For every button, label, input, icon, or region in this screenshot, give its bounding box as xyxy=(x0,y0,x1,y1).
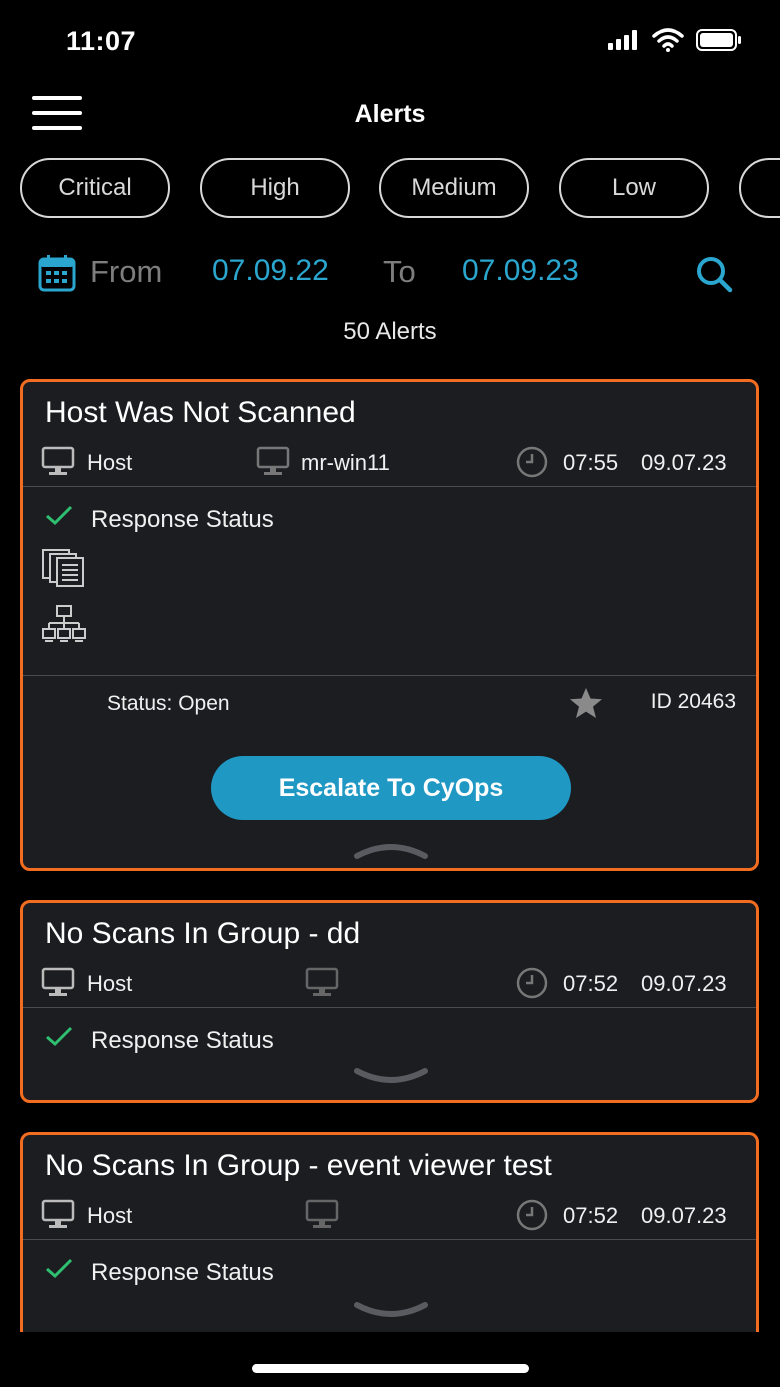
filter-chip-low[interactable]: Low xyxy=(559,158,709,218)
check-icon xyxy=(46,505,73,526)
response-status-row: Response Status xyxy=(23,498,756,538)
date-range-row: From 07.09.22 To 07.09.23 xyxy=(0,248,780,298)
divider xyxy=(23,1239,756,1240)
chevron-up-icon[interactable] xyxy=(353,840,429,860)
alert-type: Host xyxy=(87,450,133,475)
from-label: From xyxy=(90,254,163,289)
alert-date: 09.07.23 xyxy=(641,1203,727,1228)
chevron-down-icon[interactable] xyxy=(353,1067,429,1087)
battery-icon xyxy=(696,29,741,51)
status-icons xyxy=(608,28,742,52)
from-date-value[interactable]: 07.09.22 xyxy=(212,254,329,288)
check-icon xyxy=(46,1258,73,1279)
alert-card[interactable]: No Scans In Group - dd Host 07:52 09.07.… xyxy=(20,900,759,1103)
status-bar: 11:07 xyxy=(0,0,780,84)
divider xyxy=(23,675,756,676)
clock-icon xyxy=(516,967,548,999)
divider xyxy=(23,1007,756,1008)
alert-time: 07:55 xyxy=(563,450,619,475)
alert-host-name: mr-win11 xyxy=(301,450,390,475)
home-indicator[interactable] xyxy=(252,1364,529,1373)
to-date-value[interactable]: 07.09.23 xyxy=(462,254,579,288)
monitor-icon xyxy=(41,446,75,475)
monitor-icon xyxy=(41,967,75,996)
alert-card[interactable]: Host Was Not Scanned Host mr-win11 07:55… xyxy=(20,379,759,871)
copy-documents-icon[interactable] xyxy=(41,548,87,588)
monitor-icon xyxy=(305,967,339,996)
alert-type: Host xyxy=(87,971,133,996)
cellular-signal-icon xyxy=(608,30,637,50)
page-title: Alerts xyxy=(354,100,426,128)
alert-time: 07:52 xyxy=(563,971,619,996)
alert-card[interactable]: No Scans In Group - event viewer test Ho… xyxy=(20,1132,759,1332)
monitor-icon xyxy=(305,1199,339,1228)
clock-icon xyxy=(516,446,548,478)
alert-type: Host xyxy=(87,1203,133,1228)
filter-chip-critical[interactable]: Critical xyxy=(20,158,170,218)
monitor-icon xyxy=(256,446,290,475)
alert-title: Host Was Not Scanned xyxy=(45,396,356,429)
wifi-icon xyxy=(652,28,684,52)
clock-icon xyxy=(516,1199,548,1231)
app-header: Alerts xyxy=(0,84,780,148)
chevron-down-icon[interactable] xyxy=(353,1301,429,1321)
to-label: To xyxy=(383,254,416,289)
response-status-row: Response Status xyxy=(23,1019,756,1059)
alert-meta-row: Host 07:52 09.07.23 xyxy=(23,961,756,1005)
alert-id: ID 20463 xyxy=(650,690,736,713)
monitor-icon xyxy=(41,1199,75,1228)
alert-title: No Scans In Group - dd xyxy=(45,917,361,950)
alerts-count: 50 Alerts xyxy=(343,318,437,345)
alert-title: No Scans In Group - event viewer test xyxy=(45,1149,552,1182)
alert-date: 09.07.23 xyxy=(641,450,727,475)
severity-filter-bar: Critical High Medium Low xyxy=(20,158,780,220)
response-status-label: Response Status xyxy=(91,1027,274,1054)
check-icon xyxy=(46,1026,73,1047)
filter-chip-medium[interactable]: Medium xyxy=(379,158,529,218)
search-icon[interactable] xyxy=(694,254,734,294)
response-status-label: Response Status xyxy=(91,1259,274,1286)
alert-date: 09.07.23 xyxy=(641,971,727,996)
status-time: 11:07 xyxy=(66,26,137,56)
escalate-button[interactable]: Escalate To CyOps xyxy=(211,756,571,820)
filter-chip-high[interactable]: High xyxy=(200,158,350,218)
alert-meta-row: Host 07:52 09.07.23 xyxy=(23,1193,756,1237)
alert-meta-row: Host mr-win11 07:55 09.07.23 xyxy=(23,440,756,484)
response-status-label: Response Status xyxy=(91,506,274,533)
network-topology-icon[interactable] xyxy=(41,604,87,644)
calendar-icon[interactable] xyxy=(38,254,76,292)
response-status-row: Response Status xyxy=(23,1251,756,1291)
alert-time: 07:52 xyxy=(563,1203,619,1228)
filter-chip-more[interactable] xyxy=(739,158,780,218)
alert-status: Status: Open xyxy=(107,692,230,715)
divider xyxy=(23,486,756,487)
star-icon[interactable] xyxy=(568,686,604,720)
